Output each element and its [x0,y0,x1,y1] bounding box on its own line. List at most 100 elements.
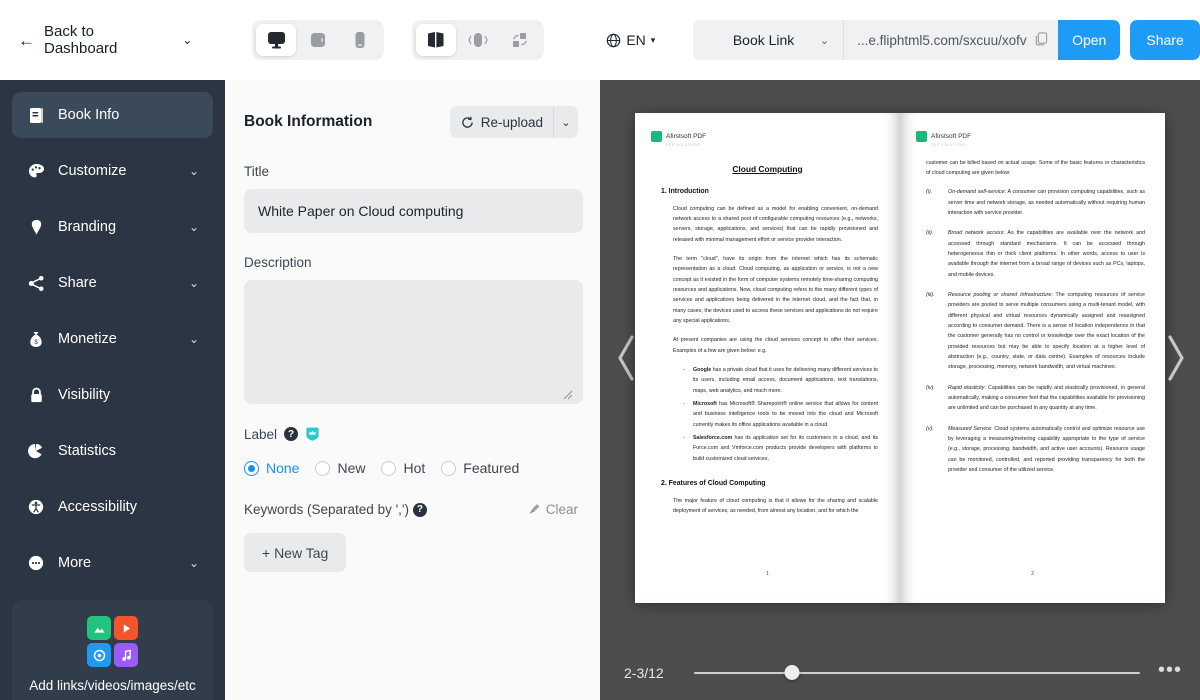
list-item: Salesforce.com has its application set f… [683,433,878,464]
chevron-down-icon: ⌄ [188,164,199,178]
flipbook-editor-app: ← Back to Dashboard ⌄ EN ▾ Book Link ⌄ .… [0,0,1200,700]
sidebar-item-label: Visibility [58,387,111,403]
pdf-logo-mark-icon [916,131,927,143]
form-header: Book Information Re-upload ⌄ [244,106,578,138]
section-heading: 1. Introduction [661,187,709,195]
image-icon [87,616,111,640]
book-page-left[interactable]: Afirstsoft PDF PDF SOLUTIONS Cloud Compu… [635,113,900,604]
keywords-header: Keywords (Separated by ',') ? Clear [244,502,578,517]
next-page-arrow[interactable] [1160,329,1190,387]
sidebar-item-label: Share [58,275,97,291]
device-mode-mobile[interactable] [340,24,380,56]
clear-keywords-button[interactable]: Clear [528,502,578,517]
page-number: 1 [766,571,769,578]
radio-option-hot[interactable]: Hot [381,460,433,476]
chevron-down-icon: ⌄ [188,276,199,290]
sidebar-item-visibility[interactable]: Visibility [12,372,213,418]
view-mode-slide[interactable] [500,24,540,56]
radio-indicator [381,460,397,476]
title-input[interactable] [244,189,583,233]
label-field-header: Label ? [244,426,578,442]
list-item: (i). On-demand self-service: A consumer … [926,187,1145,218]
globe-icon [607,33,621,47]
label-field-label: Label [244,426,278,442]
pdf-logo-mark-icon [651,131,662,143]
refresh-icon [461,116,473,128]
slider-thumb[interactable] [784,665,800,681]
sidebar-item-share[interactable]: Share ⌄ [12,260,213,306]
help-icon[interactable]: ? [284,427,299,441]
radio-option-new[interactable]: New [315,460,373,476]
language-selector[interactable]: EN ▾ [606,32,655,48]
term-text: : The computing resources of service pro… [948,292,1146,371]
radio-indicator [441,460,457,476]
premium-crown-icon[interactable] [305,426,320,442]
palette-icon [26,163,46,180]
promo-icon-grid [22,616,203,667]
radio-option-none[interactable]: None [244,460,307,476]
flipbook[interactable]: Afirstsoft PDF PDF SOLUTIONS Cloud Compu… [635,113,1165,604]
slide-icon [513,33,527,47]
link-type-select[interactable]: Book Link ⌄ [693,20,844,60]
book-stage: Afirstsoft PDF PDF SOLUTIONS Cloud Compu… [600,80,1200,637]
book-page-right[interactable]: Afirstsoft PDF PDF SOLUTIONS customer ca… [900,113,1165,604]
pdf-logo-text: Afirstsoft PDF [666,133,707,141]
sidebar-item-more[interactable]: More ⌄ [12,540,213,586]
re-upload-button[interactable]: Re-upload ⌄ [449,106,578,138]
view-mode-single-page[interactable] [458,24,498,56]
list-marker: (v). [926,425,934,432]
language-label: EN [626,32,646,48]
radio-label: New [337,460,366,476]
device-mode-tablet[interactable] [298,24,338,56]
list-marker: (iv). [926,384,935,391]
list-marker: (i). [926,189,933,196]
link-icon [87,643,111,667]
money-bag-icon: $ [26,331,46,348]
list-item: (iii). Resource pooling or shared Infras… [926,290,1145,373]
bullet-term: Microsoft [693,401,717,408]
sidebar-item-branding[interactable]: Branding ⌄ [12,204,213,250]
sidebar-item-label: Statistics [58,443,117,459]
book-url-field[interactable]: ...e.fliphtml5.com/sxcuu/xofv [844,20,1059,60]
radio-option-featured[interactable]: Featured [441,460,527,476]
document-title: Cloud Computing [732,163,803,174]
sidebar-item-accessibility[interactable]: Accessibility [12,484,213,530]
label-radio-group: None New Hot Featured [244,460,578,476]
bullet-text: has a private cloud that it uses for del… [693,367,878,394]
copy-icon[interactable] [1035,31,1048,49]
radio-label: Hot [403,460,426,476]
promo-card[interactable]: Add links/videos/images/etc [12,600,213,700]
list-item: Google has a private cloud that it uses … [683,365,878,396]
bullet-term: Salesforce.com [693,435,733,441]
paragraph: Cloud computing can be defined as a mode… [673,205,878,243]
sidebar: Book Info Customize ⌄ Branding ⌄ Share ⌄… [0,80,225,700]
device-mode-desktop[interactable] [256,24,297,56]
slider-track [694,671,1140,674]
term: On-demand self-service [948,189,1005,196]
sidebar-item-monetize[interactable]: $ Monetize ⌄ [12,316,213,362]
re-upload-dropdown[interactable]: ⌄ [554,106,578,138]
sidebar-item-book-info[interactable]: Book Info [12,92,213,138]
chevron-down-icon: ▾ [650,34,656,45]
book-url-text: ...e.fliphtml5.com/sxcuu/xofv [857,32,1027,48]
view-mode-double-page[interactable] [416,24,457,56]
more-options-button[interactable]: ••• [1158,660,1182,680]
page-title: Book Information [244,113,373,130]
term-text: : As the capabilities are available over… [948,230,1145,278]
open-button[interactable]: Open [1058,20,1121,60]
video-icon [114,616,138,640]
pie-chart-icon [26,443,46,459]
list-marker: (ii). [926,230,934,237]
page-slider[interactable] [694,665,1140,681]
radio-indicator [244,460,259,476]
new-tag-button[interactable]: + New Tag [244,533,347,572]
double-page-icon [428,32,444,48]
sidebar-item-customize[interactable]: Customize ⌄ [12,148,213,194]
term: Measured Service [948,425,992,432]
help-icon[interactable]: ? [412,502,427,517]
tablet-icon [311,33,326,47]
share-button[interactable]: Share [1130,20,1200,60]
description-textarea[interactable] [244,280,583,404]
sidebar-item-statistics[interactable]: Statistics [12,428,213,474]
back-to-dashboard-button[interactable]: ← Back to Dashboard ⌄ [18,23,192,57]
